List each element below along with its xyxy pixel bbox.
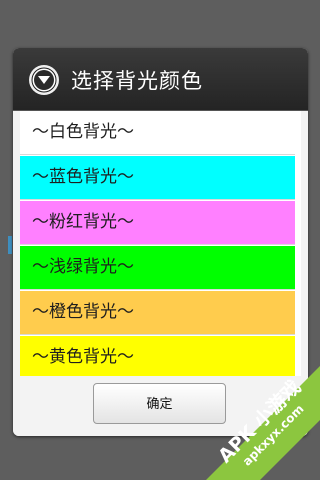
list-divider (20, 244, 295, 245)
color-option-yellow[interactable]: ～黄色背光～ (20, 336, 295, 379)
color-option-pink[interactable]: ～粉红背光～ (20, 201, 295, 244)
list-divider (20, 289, 295, 290)
dialog-titlebar: 选择背光颜色 (13, 48, 308, 111)
color-option-light-green[interactable]: ～浅绿背光～ (20, 246, 295, 289)
dialog-footer: 确定 (13, 376, 308, 436)
list-divider (20, 334, 295, 335)
color-option-orange[interactable]: ～橙色背光～ (20, 291, 295, 334)
color-option-blue[interactable]: ～蓝色背光～ (20, 156, 295, 199)
dialog-title: 选择背光颜色 (71, 69, 203, 93)
color-option-list: ～白色背光～ ～蓝色背光～ ～粉红背光～ ～浅绿背光～ ～橙色背光～ ～黄色背光… (20, 111, 301, 379)
backlight-color-dialog: 选择背光颜色 ～白色背光～ ～蓝色背光～ ～粉红背光～ ～浅绿背光～ ～橙色背光… (13, 48, 308, 436)
ok-button[interactable]: 确定 (93, 383, 226, 424)
list-divider (20, 154, 295, 155)
circle-chevron-down-icon (29, 65, 59, 95)
list-divider (20, 199, 295, 200)
background-edge (8, 236, 12, 254)
color-option-white[interactable]: ～白色背光～ (20, 111, 295, 154)
